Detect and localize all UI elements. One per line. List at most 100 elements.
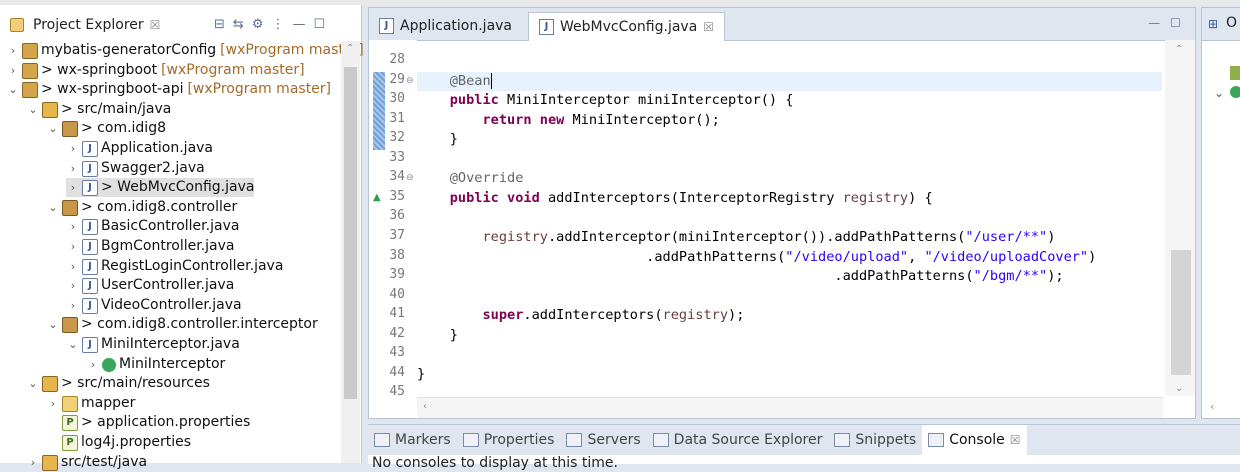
code-line[interactable]: public void addInterceptors(InterceptorR…: [417, 189, 933, 208]
project-explorer-tab[interactable]: Project Explorer ☒ ⊟ ⇆ ⚙ ⋮ — ☐: [0, 13, 361, 39]
code-line[interactable]: }: [417, 365, 425, 384]
change-marker: [373, 72, 385, 150]
code-line[interactable]: @Bean: [417, 72, 1162, 91]
chevron-down-icon[interactable]: ⌄: [46, 119, 60, 138]
line-number: 34: [389, 169, 405, 184]
scroll-up-icon[interactable]: ⌃: [1175, 44, 1183, 55]
tree-item[interactable]: ⌄ > com.idig8: [46, 119, 166, 138]
code-line[interactable]: }: [417, 130, 458, 149]
chevron-down-icon[interactable]: ⌄: [46, 198, 60, 217]
code-line[interactable]: super.addInterceptors(registry);: [417, 306, 744, 325]
tab-application-java[interactable]: J Application.java: [369, 12, 522, 40]
maximize-icon[interactable]: ☐: [313, 17, 325, 32]
minimize-icon[interactable]: —: [1148, 16, 1160, 30]
tree-item[interactable]: ⌄ > src/main/resources: [26, 374, 210, 393]
tab-console[interactable]: Console ☒: [922, 425, 1027, 455]
code-line[interactable]: .addPathPatterns("/bgm/**");: [417, 267, 1063, 286]
tab-data-source-explorer[interactable]: Data Source Explorer: [647, 425, 829, 455]
chevron-down-icon[interactable]: ⌄: [46, 315, 60, 334]
tree-item-label: mapper: [81, 395, 136, 411]
line-number: 28: [389, 52, 405, 67]
chevron-right-icon[interactable]: ›: [66, 178, 80, 197]
editor-vertical-scrollbar[interactable]: ⌃ ⌄: [1165, 40, 1195, 396]
java-file-icon: J: [379, 18, 394, 34]
editor-scroll-thumb[interactable]: [1171, 250, 1191, 375]
code-line[interactable]: }: [417, 326, 458, 345]
chevron-right-icon[interactable]: ›: [6, 61, 20, 80]
tree-item[interactable]: › > wx-springboot [wxProgram master]: [6, 61, 305, 80]
code-area[interactable]: @Bean public MiniInterceptor miniInterce…: [417, 40, 1163, 400]
chevron-down-icon[interactable]: ⌄: [26, 374, 40, 393]
chevron-right-icon[interactable]: ›: [66, 237, 80, 256]
tree-item[interactable]: › J BgmController.java: [66, 237, 235, 256]
chevron-right-icon[interactable]: ›: [6, 41, 20, 60]
outline-tab[interactable]: ⊞ O: [1202, 8, 1240, 41]
tree-item[interactable]: › J Swagger2.java: [66, 159, 205, 178]
chevron-right-icon[interactable]: ›: [66, 217, 80, 236]
chevron-right-icon[interactable]: ›: [66, 159, 80, 178]
tree-item[interactable]: › J RegistLoginController.java: [66, 257, 283, 276]
tree-item[interactable]: › MiniInterceptor: [86, 355, 226, 374]
collapse-fold-icon[interactable]: ⊖: [406, 173, 414, 183]
tree-item[interactable]: ⌄ > wx-springboot-api [wxProgram master]: [6, 80, 331, 99]
maximize-icon[interactable]: ☐: [1170, 16, 1181, 30]
link-with-editor-icon[interactable]: ⇆: [233, 17, 244, 32]
code-line[interactable]: registry.addInterceptor(miniInterceptor(…: [417, 228, 1055, 247]
tree-item[interactable]: ⌄ > src/main/java: [26, 100, 171, 119]
tree-scrollbar[interactable]: ⌃: [341, 41, 360, 463]
chevron-down-icon[interactable]: ⌄: [6, 80, 20, 99]
chevron-right-icon[interactable]: ›: [66, 276, 80, 295]
close-icon[interactable]: ☒: [703, 20, 714, 34]
scroll-up-icon[interactable]: ⌃: [346, 43, 354, 54]
source-folder-icon: [42, 101, 58, 118]
tree-item[interactable]: › mybatis-generatorConfig [wxProgram maste…: [6, 41, 364, 60]
tab-markers[interactable]: Markers: [368, 425, 457, 455]
console-icon: [928, 433, 945, 447]
tree-item[interactable]: › J > WebMvcConfig.java: [66, 178, 255, 197]
tree-item[interactable]: ⌄ > com.idig8.controller.interceptor: [46, 315, 318, 334]
code-line[interactable]: return new MiniInterceptor();: [417, 111, 719, 130]
tab-snippets[interactable]: Snippets: [828, 425, 922, 455]
tree-item[interactable]: Plog4j.properties: [46, 433, 191, 452]
close-icon[interactable]: ☒: [1010, 433, 1021, 447]
tree-item[interactable]: ⌄ > com.idig8.controller: [46, 198, 237, 217]
editor-horizontal-scrollbar[interactable]: ‹: [417, 397, 1163, 418]
chevron-down-icon[interactable]: ⌄: [26, 100, 40, 119]
project-icon: [22, 62, 38, 79]
tree-item[interactable]: › mapper: [46, 394, 135, 413]
tab-properties[interactable]: Properties: [457, 425, 561, 455]
chevron-right-icon[interactable]: ›: [86, 355, 100, 374]
view-menu-icon[interactable]: ⋮: [271, 17, 284, 32]
project-explorer-title: Project Explorer: [33, 17, 144, 33]
scroll-left-icon[interactable]: ‹: [1210, 400, 1214, 413]
tree-item[interactable]: › J UserController.java: [66, 276, 234, 295]
tab-webmvcconfig-java[interactable]: J WebMvcConfig.java ☒: [528, 12, 726, 41]
collapse-fold-icon[interactable]: ⊖: [406, 76, 414, 86]
close-icon[interactable]: ☒: [150, 18, 161, 32]
line-number: 37: [389, 228, 405, 243]
tree-item[interactable]: ⌄ J MiniInterceptor.java: [66, 335, 240, 354]
tree-item[interactable]: › J VideoController.java: [66, 296, 242, 315]
java-file-icon: J: [82, 238, 98, 255]
chevron-right-icon[interactable]: ›: [66, 296, 80, 315]
chevron-down-icon[interactable]: ⌄: [66, 335, 80, 354]
scroll-left-icon[interactable]: ‹: [423, 401, 427, 412]
tree-item[interactable]: › J Application.java: [66, 139, 213, 158]
code-line[interactable]: .addPathPatterns("/video/upload", "/vide…: [417, 248, 1096, 267]
chevron-down-icon[interactable]: ⌄: [1214, 86, 1224, 100]
tab-servers[interactable]: Servers: [560, 425, 646, 455]
outline-panel: ⊞ O ⌄ ‹: [1201, 7, 1240, 419]
filter-icon[interactable]: ⚙: [252, 17, 264, 32]
chevron-right-icon[interactable]: ›: [46, 394, 60, 413]
code-line[interactable]: @Override: [417, 169, 524, 188]
tree-item[interactable]: › J BasicController.java: [66, 217, 239, 236]
code-line[interactable]: public MiniInterceptor miniInterceptor()…: [417, 91, 794, 110]
collapse-all-icon[interactable]: ⊟: [214, 17, 225, 32]
minimize-icon[interactable]: —: [292, 17, 305, 32]
chevron-right-icon[interactable]: ›: [66, 139, 80, 158]
tree-item-label: Swagger2.java: [101, 160, 205, 176]
scroll-down-icon[interactable]: ⌄: [1175, 383, 1183, 394]
chevron-right-icon[interactable]: ›: [66, 257, 80, 276]
tree-scroll-thumb[interactable]: [344, 67, 357, 399]
tree-item[interactable]: P > application.properties: [46, 413, 250, 432]
